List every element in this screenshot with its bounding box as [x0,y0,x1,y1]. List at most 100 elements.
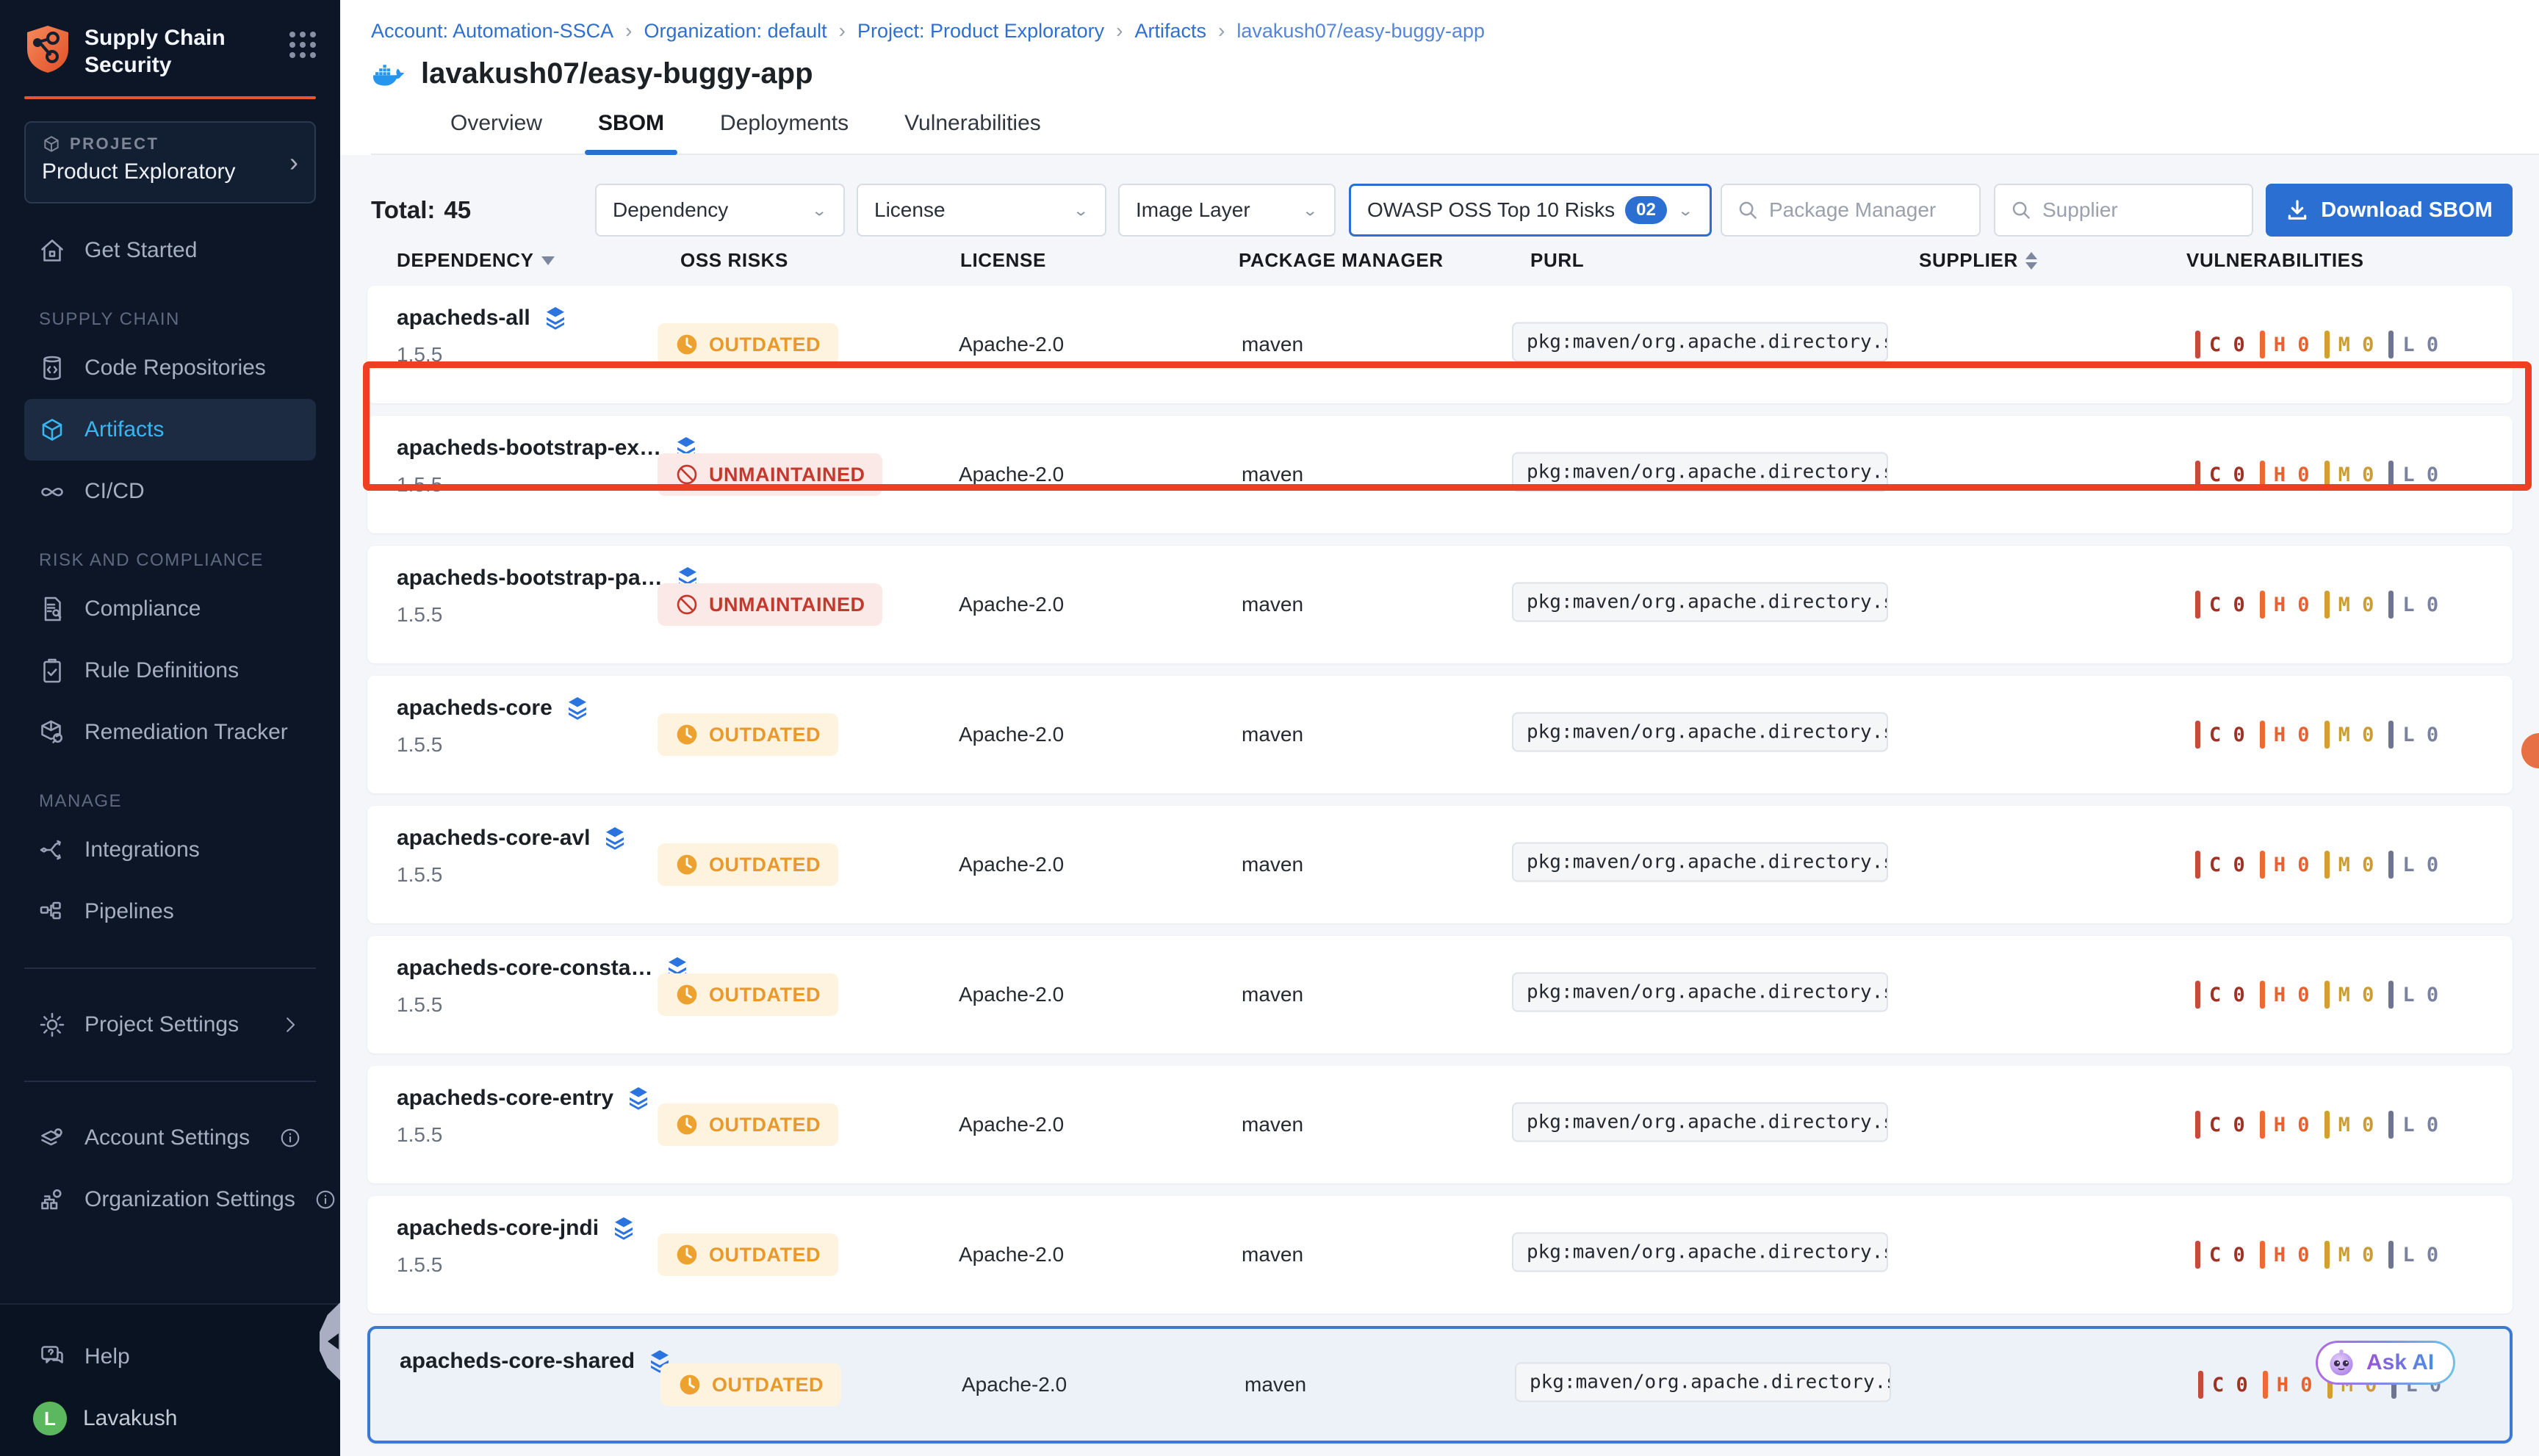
breadcrumb-project[interactable]: Project: Product Exploratory [857,20,1104,43]
dependency-cell: apacheds-bootstrap-ex… 1.5.5 [397,435,699,497]
license-filter-dropdown[interactable]: License⌄ [857,184,1106,237]
vuln-count-h: H 0 [2260,721,2310,749]
layers-gear-icon [39,1125,65,1151]
image-layer-filter-dropdown[interactable]: Image Layer⌄ [1118,184,1336,237]
purl-chip[interactable]: pkg:maven/org.apache.directory.s… [1512,973,1888,1012]
license-cell: Apache-2.0 [959,333,1064,356]
help-button[interactable]: Help [24,1331,316,1383]
dependency-version: 1.5.5 [397,343,569,367]
oss-risk-badge: OUTDATED [658,323,838,366]
sidebar-item-rule-definitions[interactable]: Rule Definitions [24,640,316,702]
table-row[interactable]: apacheds-core-avl 1.5.5 OUTDATED Apache-… [367,806,2513,923]
table-row[interactable]: apacheds-core-entry 1.5.5 OUTDATED Apach… [367,1066,2513,1183]
oss-risk-badge: OUTDATED [660,1363,841,1406]
sidebar-item-account-settings[interactable]: Account Settings [24,1107,316,1169]
sidebar-item-artifacts[interactable]: Artifacts [24,399,316,461]
sidebar-item-integrations[interactable]: Integrations [24,819,316,881]
dependency-name: apacheds-core [397,696,552,721]
nav-section-manage: MANAGE [24,791,316,812]
unmaintained-icon [675,593,699,616]
table-row[interactable]: apacheds-all 1.5.5 OUTDATED Apache-2.0 m… [367,286,2513,403]
dependency-name: apacheds-core-consta… [397,956,652,981]
tab-sbom[interactable]: SBOM [570,111,692,154]
oss-risk-label: OUTDATED [709,854,821,876]
info-icon[interactable] [314,1189,336,1211]
vuln-count-l: L 0 [2388,331,2438,358]
user-menu[interactable]: L Lavakush [24,1402,316,1435]
owasp-risks-filter-dropdown[interactable]: OWASP OSS Top 10 Risks 02 ⌄ [1349,184,1712,237]
sidebar-item-project-settings[interactable]: Project Settings [24,994,316,1056]
chevron-right-icon: › [289,147,298,178]
license-cell: Apache-2.0 [959,593,1064,616]
tab-overview[interactable]: Overview [422,111,570,154]
download-sbom-button[interactable]: Download SBOM [2266,184,2513,237]
chevron-separator-icon: › [625,19,632,43]
tab-vulnerabilities[interactable]: Vulnerabilities [876,111,1069,154]
sidebar-item-label: Rule Definitions [84,658,239,683]
vuln-count-h: H 0 [2260,331,2310,358]
cube-icon [39,417,65,443]
ask-ai-button[interactable]: Ask AI [2316,1341,2455,1385]
sidebar-item-compliance[interactable]: Compliance [24,578,316,640]
sort-desc-icon [541,256,555,265]
info-icon[interactable] [279,1127,301,1149]
layers-icon [625,1085,652,1111]
dependency-name: apacheds-bootstrap-pa… [397,566,663,591]
vulnerabilities-cell: C 0H 0M 0L 0 [2195,851,2438,879]
breadcrumb-artifacts[interactable]: Artifacts [1134,20,1206,43]
sidebar-item-remediation-tracker[interactable]: Remediation Tracker [24,702,316,763]
dependency-filter-dropdown[interactable]: Dependency⌄ [595,184,845,237]
dependency-cell: apacheds-bootstrap-pa… 1.5.5 [397,565,701,627]
dependency-cell: apacheds-all 1.5.5 [397,305,569,367]
nav-section-risk-compliance: RISK AND COMPLIANCE [24,550,316,571]
project-cube-icon [42,134,61,154]
purl-chip[interactable]: pkg:maven/org.apache.directory.s… [1512,453,1888,492]
sidebar-item-code-repositories[interactable]: Code Repositories [24,337,316,399]
unmaintained-icon [675,463,699,486]
app-grid-icon[interactable] [289,32,316,58]
table-row[interactable]: apacheds-core-shared OUTDATED Apache-2.0… [367,1326,2513,1444]
sidebar-item-pipelines[interactable]: Pipelines [24,881,316,943]
purl-chip[interactable]: pkg:maven/org.apache.directory.s… [1512,713,1888,752]
vuln-count-c: C 0 [2195,1241,2245,1269]
column-header-supplier[interactable]: SUPPLIER [1919,249,2037,272]
oss-risk-label: OUTDATED [709,334,821,356]
table-row[interactable]: apacheds-bootstrap-ex… 1.5.5 UNMAINTAINE… [367,416,2513,533]
oss-risk-badge: OUTDATED [658,1103,838,1146]
column-header-vulnerabilities: VULNERABILITIES [2186,249,2364,272]
oss-risk-label: OUTDATED [712,1374,824,1396]
supplier-search-input[interactable] [2042,198,2237,222]
tab-deployments[interactable]: Deployments [692,111,876,154]
sidebar-item-cicd[interactable]: CI/CD [24,461,316,522]
purl-chip[interactable]: pkg:maven/org.apache.directory.s… [1512,583,1888,622]
sidebar-item-label: Account Settings [84,1125,250,1150]
project-name: Product Exploratory [42,159,298,184]
purl-cell: pkg:maven/org.apache.directory.s… [1512,1103,1888,1147]
vuln-count-h: H 0 [2260,981,2310,1009]
table-row[interactable]: apacheds-bootstrap-pa… 1.5.5 UNMAINTAINE… [367,546,2513,663]
breadcrumb-account[interactable]: Account: Automation-SSCA [371,20,613,43]
purl-chip[interactable]: pkg:maven/org.apache.directory.s… [1512,322,1888,362]
package-manager-search-input[interactable] [1769,198,1964,222]
column-header-dependency[interactable]: DEPENDENCY [397,249,555,272]
download-icon [2286,198,2309,222]
package-manager-cell: maven [1242,463,1303,486]
vuln-count-m: M 0 [2324,721,2374,749]
table-row[interactable]: apacheds-core 1.5.5 OUTDATED Apache-2.0 … [367,676,2513,793]
vulnerabilities-cell: C 0H 0M 0L 0 [2195,331,2438,358]
table-row[interactable]: apacheds-core-consta… 1.5.5 OUTDATED Apa… [367,936,2513,1053]
license-cell: Apache-2.0 [959,1243,1064,1266]
table-row[interactable]: apacheds-core-jndi 1.5.5 OUTDATED Apache… [367,1196,2513,1313]
purl-chip[interactable]: pkg:maven/org.apache.directory.s… [1512,1103,1888,1142]
vulnerabilities-cell: C 0H 0M 0L 0 [2195,461,2438,489]
project-selector[interactable]: PROJECT Product Exploratory › [24,121,316,203]
sidebar-item-get-started[interactable]: Get Started [24,220,316,281]
breadcrumb-organization[interactable]: Organization: default [644,20,827,43]
purl-chip[interactable]: pkg:maven/org.apache.directory.s… [1515,1363,1891,1402]
owasp-filter-count-badge: 02 [1625,196,1667,224]
sidebar-item-organization-settings[interactable]: Organization Settings [24,1169,316,1230]
purl-chip[interactable]: pkg:maven/org.apache.directory.s… [1512,843,1888,882]
vuln-count-c: C 0 [2195,851,2245,879]
page-title: lavakush07/easy-buggy-app [421,57,813,90]
purl-chip[interactable]: pkg:maven/org.apache.directory.s… [1512,1233,1888,1272]
